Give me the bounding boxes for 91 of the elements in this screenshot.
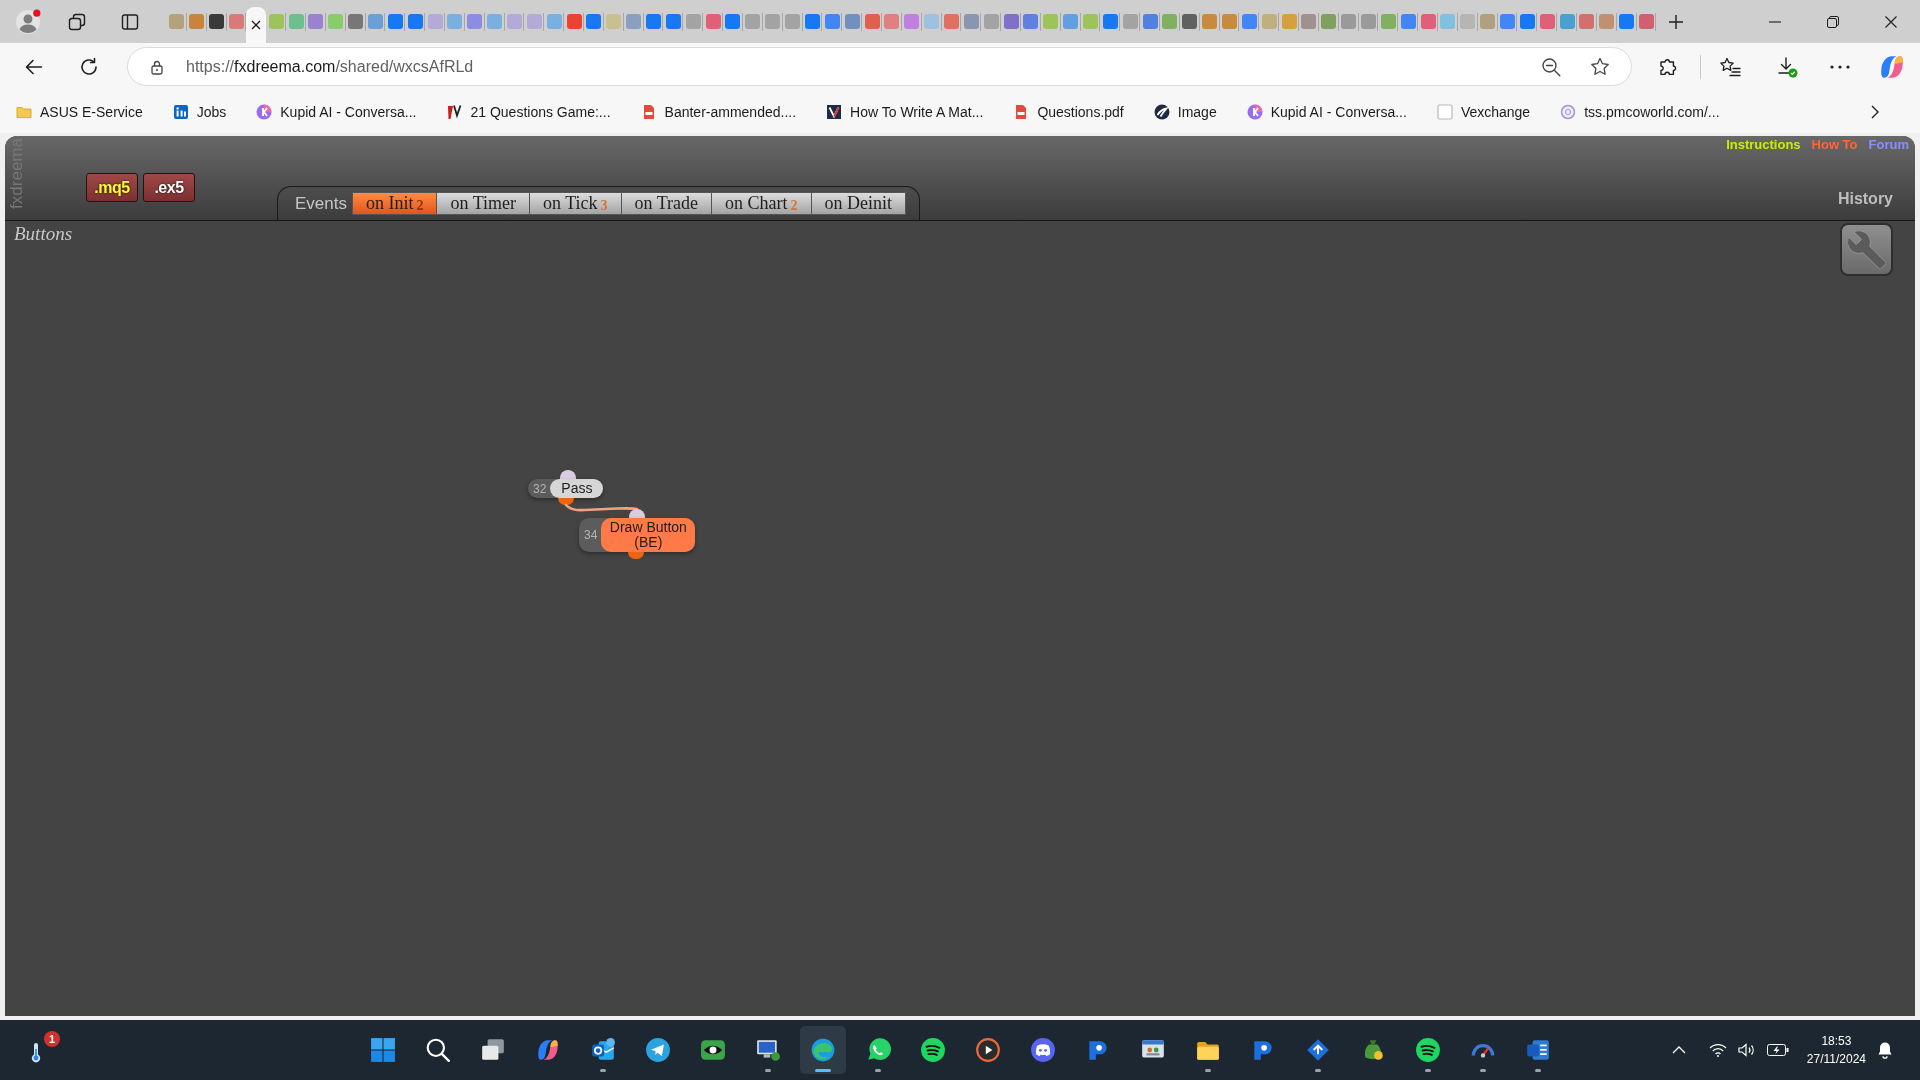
url-text: https://fxdreema.com/shared/wxcsAfRLd (186, 57, 474, 76)
minimize-icon[interactable] (1769, 20, 1781, 23)
play-icon (974, 1037, 1001, 1063)
download-icon[interactable] (1776, 55, 1798, 78)
wrench-icon (1847, 230, 1886, 269)
circle-logo-icon (1246, 103, 1263, 120)
flow-node[interactable]: 32 Pass (528, 479, 604, 498)
running-indicator (1479, 1069, 1486, 1072)
chevron-right-icon[interactable] (1871, 104, 1879, 119)
search-icon[interactable] (424, 1037, 451, 1063)
profile-avatar-icon[interactable] (15, 8, 41, 35)
zoom-out-icon[interactable] (1541, 56, 1561, 77)
bookmark-link[interactable]: 21 Questions Game:... (446, 103, 611, 120)
notification-badge: 1 (44, 1031, 60, 1047)
music-waves-icon (1414, 1037, 1441, 1063)
running-indicator (1424, 1069, 1431, 1072)
lock-icon[interactable] (149, 58, 165, 75)
close-icon[interactable] (251, 20, 262, 30)
browser-tab[interactable] (246, 7, 267, 43)
header-link[interactable]: Instructions (1726, 137, 1801, 152)
paper-plane-icon (644, 1037, 671, 1063)
monitor-icon (754, 1037, 781, 1063)
wifi-icon[interactable] (1708, 1043, 1727, 1057)
bookmark-link[interactable]: Image (1153, 103, 1217, 120)
bookmark-link[interactable]: tss.pmcoworld.com/... (1560, 103, 1720, 120)
bookmark-link[interactable]: Kupid AI - Conversa... (1246, 103, 1407, 120)
document-icon (1524, 1037, 1551, 1063)
circle-logo-icon (1153, 103, 1170, 120)
workspaces-icon[interactable] (67, 11, 87, 32)
bookmark-link[interactable]: ASUS E-Service (16, 103, 143, 120)
bookmark-link[interactable]: Questions.pdf (1013, 103, 1124, 120)
clock-date: 27/11/2024 (1806, 1051, 1866, 1068)
canvas-title: Buttons (14, 223, 73, 245)
running-indicator (599, 1069, 606, 1072)
running-indicator (1314, 1069, 1321, 1072)
event-tab[interactable]: on Tick 3 (529, 192, 622, 215)
music-waves-icon (919, 1037, 946, 1063)
events-label: Events (295, 193, 347, 215)
node-label: Pass (550, 479, 604, 498)
square-logo-icon (172, 103, 189, 120)
battery-icon[interactable] (1766, 1044, 1789, 1056)
favorites-icon[interactable] (1719, 56, 1741, 77)
star-icon[interactable] (1590, 56, 1610, 77)
more-icon[interactable] (1830, 64, 1850, 69)
running-indicator (764, 1069, 771, 1072)
task-view-icon[interactable] (479, 1037, 506, 1063)
node-number: 32 (532, 480, 548, 498)
clock-time: 18:53 (1821, 1033, 1852, 1050)
running-indicator (814, 1069, 831, 1072)
speaker-icon[interactable] (1737, 1043, 1756, 1057)
node-number: 34 (583, 527, 599, 544)
bookmark-link[interactable]: Vexchange (1436, 103, 1531, 120)
close-icon[interactable] (1885, 15, 1897, 28)
swirl-logo-icon[interactable] (1880, 54, 1904, 79)
export-button[interactable]: .ex5 (143, 173, 195, 202)
event-tab[interactable]: on Timer (436, 192, 530, 215)
taskbar-button[interactable] (799, 1026, 846, 1074)
bookmark-link[interactable]: How To Write A Mat... (826, 103, 984, 120)
export-button[interactable]: .mq5 (86, 173, 138, 202)
bell-icon[interactable] (1877, 1041, 1893, 1059)
event-tab[interactable]: on Chart 2 (711, 192, 812, 215)
blank-page-icon (1436, 103, 1453, 120)
refresh-icon[interactable] (79, 56, 99, 77)
node-label: Draw Button (BE) (601, 518, 696, 552)
running-indicator (874, 1069, 881, 1072)
tools-button[interactable] (1840, 223, 1893, 276)
chevron-logo-icon (446, 103, 463, 120)
puzzle-icon[interactable] (1659, 56, 1679, 77)
bookmark-link[interactable]: Banter-ammended.... (640, 103, 797, 120)
controller-face-icon (1029, 1037, 1056, 1063)
restore-icon[interactable] (1827, 15, 1839, 28)
bookmark-link[interactable]: Jobs (172, 103, 227, 120)
running-indicator (1534, 1069, 1541, 1072)
chevron-up-icon[interactable] (1671, 1046, 1686, 1054)
browser-logo-icon (809, 1037, 836, 1063)
mail-app-icon (589, 1037, 616, 1063)
bookmark-link[interactable]: Kupid AI - Conversa... (256, 103, 417, 120)
event-tab[interactable]: on Init 2 (352, 192, 438, 215)
circle-logo-icon (256, 103, 273, 120)
running-indicator (1204, 1069, 1211, 1072)
address-field[interactable]: https://fxdreema.com/shared/wxcsAfRLd (127, 47, 1632, 86)
tab-actions-icon[interactable] (121, 12, 139, 31)
eye-icon (699, 1037, 726, 1063)
event-tab[interactable]: on Deinit (810, 192, 907, 215)
thermometer-icon[interactable] (30, 1041, 42, 1065)
start-icon[interactable] (369, 1037, 396, 1063)
event-tab[interactable]: on Trade (620, 192, 713, 215)
ring-icon (1560, 103, 1577, 120)
chevron-logo-icon (826, 103, 843, 120)
history-link[interactable]: History (1837, 190, 1893, 208)
plus-icon[interactable] (1668, 13, 1684, 30)
